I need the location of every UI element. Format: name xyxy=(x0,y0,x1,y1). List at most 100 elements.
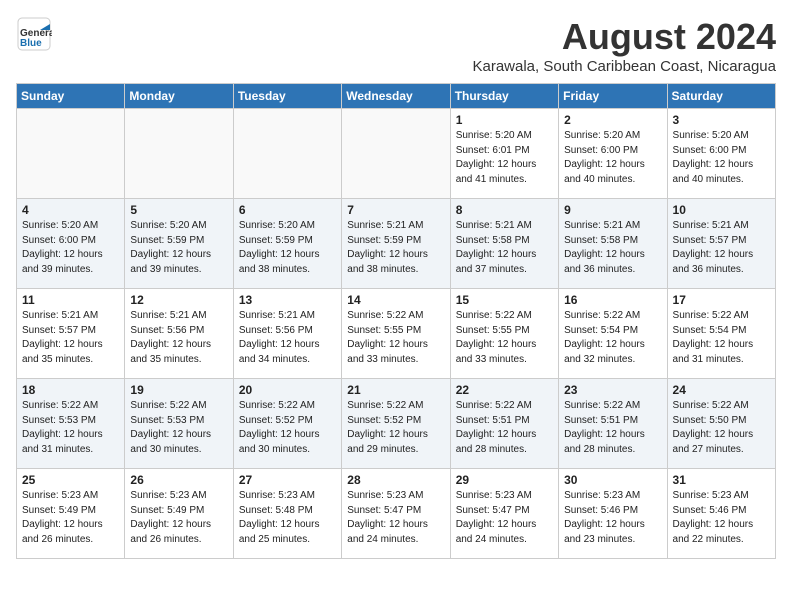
calendar-header-row: SundayMondayTuesdayWednesdayThursdayFrid… xyxy=(17,84,776,109)
calendar-week-3: 11 Sunrise: 5:21 AM Sunset: 5:57 PM Dayli… xyxy=(17,289,776,379)
day-header-saturday: Saturday xyxy=(667,84,775,109)
day-number: 13 xyxy=(239,293,336,307)
day-number: 20 xyxy=(239,383,336,397)
calendar-cell xyxy=(17,109,125,199)
day-number: 11 xyxy=(22,293,119,307)
calendar-cell xyxy=(342,109,450,199)
day-number: 29 xyxy=(456,473,553,487)
calendar-cell: 28 Sunrise: 5:23 AM Sunset: 5:47 PM Dayli… xyxy=(342,469,450,559)
calendar-cell: 31 Sunrise: 5:23 AM Sunset: 5:46 PM Dayli… xyxy=(667,469,775,559)
calendar-cell: 29 Sunrise: 5:23 AM Sunset: 5:47 PM Dayli… xyxy=(450,469,558,559)
day-number: 24 xyxy=(673,383,770,397)
day-info: Sunrise: 5:22 AM Sunset: 5:51 PM Dayligh… xyxy=(456,399,553,457)
calendar-body: 1Sunrise: 5:20 AM Sunset: 6:01 PM Daylig… xyxy=(17,109,776,559)
day-number: 6 xyxy=(239,203,336,217)
day-number: 3 xyxy=(673,113,770,127)
day-number: 21 xyxy=(347,383,444,397)
day-header-tuesday: Tuesday xyxy=(233,84,341,109)
day-info: Sunrise: 5:23 AM Sunset: 5:49 PM Dayligh… xyxy=(22,489,119,547)
day-number: 19 xyxy=(130,383,227,397)
calendar-cell: 10Sunrise: 5:21 AM Sunset: 5:57 PM Dayli… xyxy=(667,199,775,289)
day-number: 16 xyxy=(564,293,661,307)
day-number: 27 xyxy=(239,473,336,487)
calendar-cell: 27Sunrise: 5:23 AM Sunset: 5:48 PM Dayli… xyxy=(233,469,341,559)
day-info: Sunrise: 5:23 AM Sunset: 5:47 PM Dayligh… xyxy=(456,489,553,547)
day-info: Sunrise: 5:20 AM Sunset: 6:01 PM Dayligh… xyxy=(456,129,553,187)
day-header-monday: Monday xyxy=(125,84,233,109)
calendar-cell: 4 Sunrise: 5:20 AM Sunset: 6:00 PM Daylig… xyxy=(17,199,125,289)
day-number: 14 xyxy=(347,293,444,307)
day-number: 8 xyxy=(456,203,553,217)
calendar-cell: 8 Sunrise: 5:21 AM Sunset: 5:58 PM Daylig… xyxy=(450,199,558,289)
calendar-cell: 19 Sunrise: 5:22 AM Sunset: 5:53 PM Dayli… xyxy=(125,379,233,469)
day-header-friday: Friday xyxy=(559,84,667,109)
page-title: August 2024 xyxy=(472,16,776,58)
day-info: Sunrise: 5:23 AM Sunset: 5:46 PM Dayligh… xyxy=(564,489,661,547)
day-number: 22 xyxy=(456,383,553,397)
day-header-sunday: Sunday xyxy=(17,84,125,109)
calendar-cell: 6 Sunrise: 5:20 AM Sunset: 5:59 PM Daylig… xyxy=(233,199,341,289)
calendar-cell: 21Sunrise: 5:22 AM Sunset: 5:52 PM Dayli… xyxy=(342,379,450,469)
day-info: Sunrise: 5:21 AM Sunset: 5:58 PM Dayligh… xyxy=(456,219,553,277)
day-number: 18 xyxy=(22,383,119,397)
calendar-cell: 23 Sunrise: 5:22 AM Sunset: 5:51 PM Dayli… xyxy=(559,379,667,469)
day-number: 9 xyxy=(564,203,661,217)
day-header-wednesday: Wednesday xyxy=(342,84,450,109)
calendar-cell: 24Sunrise: 5:22 AM Sunset: 5:50 PM Dayli… xyxy=(667,379,775,469)
calendar-cell: 1Sunrise: 5:20 AM Sunset: 6:01 PM Daylig… xyxy=(450,109,558,199)
calendar-cell: 25Sunrise: 5:23 AM Sunset: 5:49 PM Dayli… xyxy=(17,469,125,559)
day-info: Sunrise: 5:23 AM Sunset: 5:47 PM Dayligh… xyxy=(347,489,444,547)
day-info: Sunrise: 5:21 AM Sunset: 5:56 PM Dayligh… xyxy=(130,309,227,367)
day-info: Sunrise: 5:22 AM Sunset: 5:54 PM Dayligh… xyxy=(564,309,661,367)
day-info: Sunrise: 5:22 AM Sunset: 5:55 PM Dayligh… xyxy=(456,309,553,367)
calendar-week-4: 18 Sunrise: 5:22 AM Sunset: 5:53 PM Dayli… xyxy=(17,379,776,469)
day-number: 5 xyxy=(130,203,227,217)
day-info: Sunrise: 5:23 AM Sunset: 5:49 PM Dayligh… xyxy=(130,489,227,547)
day-info: Sunrise: 5:20 AM Sunset: 6:00 PM Dayligh… xyxy=(22,219,119,277)
day-number: 12 xyxy=(130,293,227,307)
day-info: Sunrise: 5:20 AM Sunset: 5:59 PM Dayligh… xyxy=(130,219,227,277)
calendar-cell: 30 Sunrise: 5:23 AM Sunset: 5:46 PM Dayli… xyxy=(559,469,667,559)
calendar-cell: 7 Sunrise: 5:21 AM Sunset: 5:59 PM Daylig… xyxy=(342,199,450,289)
calendar-week-2: 4 Sunrise: 5:20 AM Sunset: 6:00 PM Daylig… xyxy=(17,199,776,289)
calendar-cell: 16 Sunrise: 5:22 AM Sunset: 5:54 PM Dayli… xyxy=(559,289,667,379)
calendar-cell: 15Sunrise: 5:22 AM Sunset: 5:55 PM Dayli… xyxy=(450,289,558,379)
day-info: Sunrise: 5:22 AM Sunset: 5:53 PM Dayligh… xyxy=(130,399,227,457)
day-info: Sunrise: 5:22 AM Sunset: 5:54 PM Dayligh… xyxy=(673,309,770,367)
calendar-cell: 20 Sunrise: 5:22 AM Sunset: 5:52 PM Dayli… xyxy=(233,379,341,469)
day-info: Sunrise: 5:21 AM Sunset: 5:56 PM Dayligh… xyxy=(239,309,336,367)
day-info: Sunrise: 5:20 AM Sunset: 5:59 PM Dayligh… xyxy=(239,219,336,277)
calendar-cell: 26Sunrise: 5:23 AM Sunset: 5:49 PM Dayli… xyxy=(125,469,233,559)
day-info: Sunrise: 5:20 AM Sunset: 6:00 PM Dayligh… xyxy=(673,129,770,187)
calendar-cell: 5 Sunrise: 5:20 AM Sunset: 5:59 PM Daylig… xyxy=(125,199,233,289)
day-number: 23 xyxy=(564,383,661,397)
day-number: 31 xyxy=(673,473,770,487)
logo-icon: General Blue xyxy=(16,16,52,52)
day-number: 10 xyxy=(673,203,770,217)
calendar-cell: 9Sunrise: 5:21 AM Sunset: 5:58 PM Daylig… xyxy=(559,199,667,289)
day-info: Sunrise: 5:22 AM Sunset: 5:52 PM Dayligh… xyxy=(239,399,336,457)
day-info: Sunrise: 5:21 AM Sunset: 5:59 PM Dayligh… xyxy=(347,219,444,277)
day-info: Sunrise: 5:22 AM Sunset: 5:53 PM Dayligh… xyxy=(22,399,119,457)
calendar-table: SundayMondayTuesdayWednesdayThursdayFrid… xyxy=(16,83,776,559)
calendar-week-5: 25Sunrise: 5:23 AM Sunset: 5:49 PM Dayli… xyxy=(17,469,776,559)
calendar-week-1: 1Sunrise: 5:20 AM Sunset: 6:01 PM Daylig… xyxy=(17,109,776,199)
day-number: 30 xyxy=(564,473,661,487)
day-header-thursday: Thursday xyxy=(450,84,558,109)
day-info: Sunrise: 5:21 AM Sunset: 5:57 PM Dayligh… xyxy=(22,309,119,367)
day-info: Sunrise: 5:22 AM Sunset: 5:55 PM Dayligh… xyxy=(347,309,444,367)
day-number: 17 xyxy=(673,293,770,307)
calendar-cell: 2Sunrise: 5:20 AM Sunset: 6:00 PM Daylig… xyxy=(559,109,667,199)
day-number: 28 xyxy=(347,473,444,487)
day-number: 7 xyxy=(347,203,444,217)
day-number: 4 xyxy=(22,203,119,217)
day-info: Sunrise: 5:22 AM Sunset: 5:51 PM Dayligh… xyxy=(564,399,661,457)
day-info: Sunrise: 5:23 AM Sunset: 5:46 PM Dayligh… xyxy=(673,489,770,547)
calendar-cell: 12 Sunrise: 5:21 AM Sunset: 5:56 PM Dayli… xyxy=(125,289,233,379)
calendar-cell: 17 Sunrise: 5:22 AM Sunset: 5:54 PM Dayli… xyxy=(667,289,775,379)
calendar-cell: 14 Sunrise: 5:22 AM Sunset: 5:55 PM Dayli… xyxy=(342,289,450,379)
page-header: General Blue August 2024 Karawala, South… xyxy=(16,16,776,75)
title-block: August 2024 Karawala, South Caribbean Co… xyxy=(472,16,776,75)
page-location: Karawala, South Caribbean Coast, Nicarag… xyxy=(472,58,776,75)
day-number: 2 xyxy=(564,113,661,127)
